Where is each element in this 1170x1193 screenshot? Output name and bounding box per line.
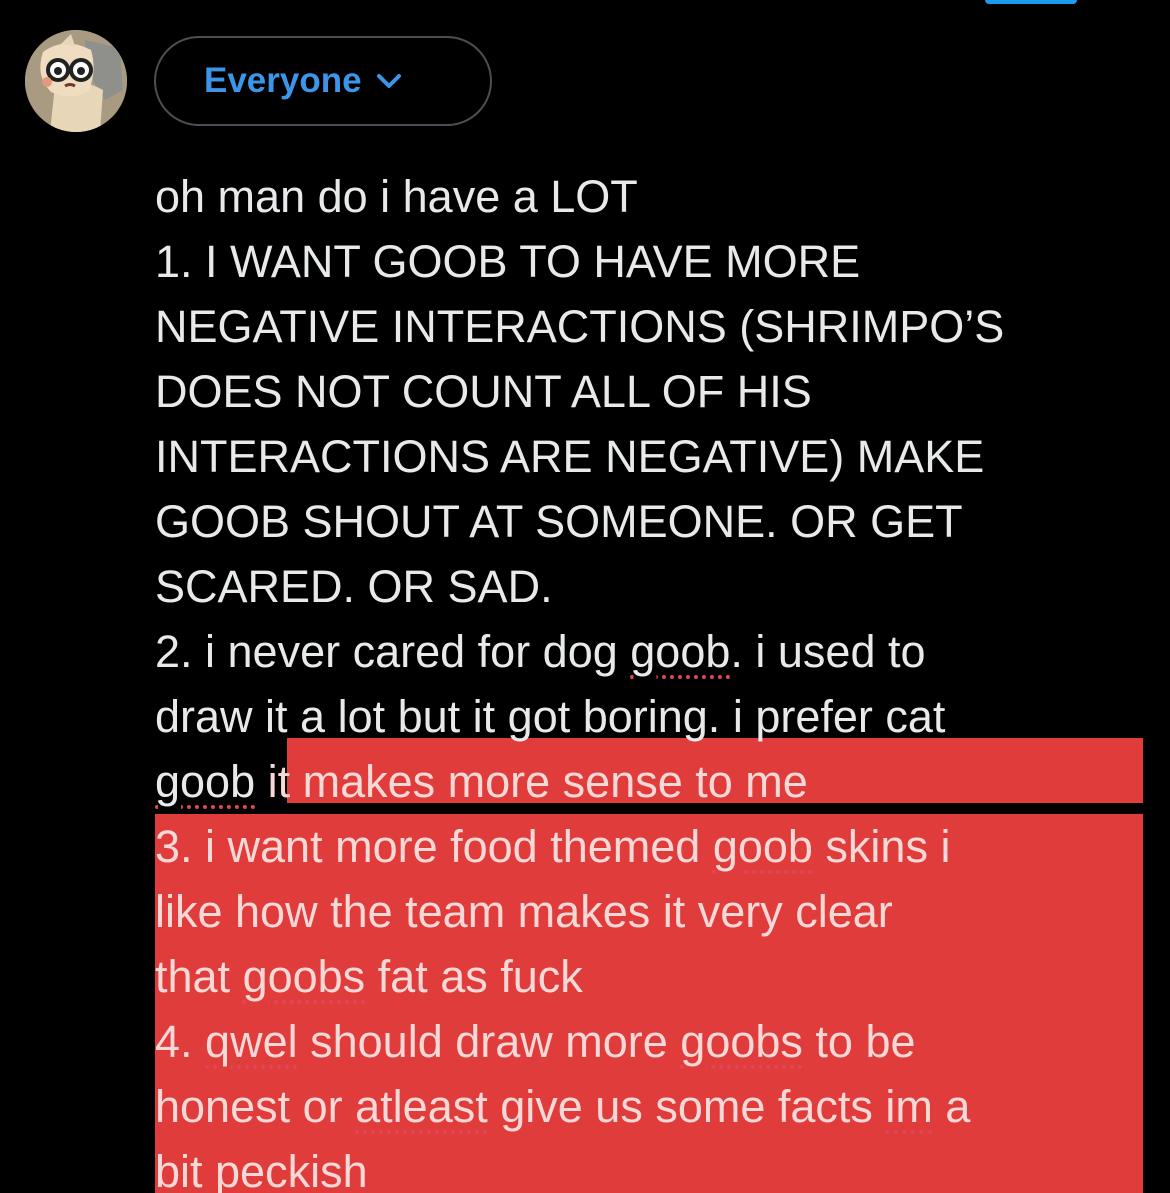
misspelled-word[interactable]: goobs: [243, 951, 366, 1002]
text-line: INTERACTIONS ARE NEGATIVE) MAKE: [155, 431, 985, 482]
text-line: 2. i never cared for dog goob. i used to: [155, 619, 1145, 684]
text-segment: give us some facts: [487, 1081, 886, 1132]
text-segment: should draw more: [297, 1016, 681, 1067]
misspelled-word[interactable]: qwel: [205, 1016, 298, 1067]
text-segment: 2. i never cared for dog: [155, 626, 631, 677]
text-segment: 4.: [155, 1016, 206, 1067]
audience-label: Everyone: [204, 61, 362, 100]
misspelled-word[interactable]: atleast: [355, 1081, 488, 1132]
misspelled-word[interactable]: goobs: [680, 1016, 803, 1067]
text-segment: fat as fuck: [365, 951, 583, 1002]
text-segment: to be: [802, 1016, 916, 1067]
misspelled-word[interactable]: goob: [630, 626, 730, 677]
selected-text-line: like how the team makes it very clear: [155, 879, 1143, 944]
selected-text-line: 3. i want more food themed goob skins i: [155, 814, 1143, 879]
text-line: oh man do i have a LOT: [155, 171, 638, 222]
text-line: draw it a lot but it got boring. i prefe…: [155, 691, 946, 742]
avatar[interactable]: [25, 30, 127, 132]
text-segment: a: [932, 1081, 971, 1132]
text-line: NEGATIVE INTERACTIONS (SHRIMPO’S: [155, 301, 1005, 352]
text-segment: 3. i want more food themed: [155, 821, 713, 872]
misspelled-word[interactable]: goob: [713, 821, 813, 872]
misspelled-word[interactable]: im: [885, 1081, 932, 1132]
text-segment: honest or: [155, 1081, 356, 1132]
avatar-glasses-character-icon: [25, 30, 127, 132]
compose-textarea[interactable]: oh man do i have a LOT 1. I WANT GOOB TO…: [155, 164, 1145, 1193]
text-line: 1. I WANT GOOB TO HAVE MORE: [155, 236, 861, 287]
audience-selector-button[interactable]: Everyone: [154, 36, 492, 126]
text-segment: skins i: [812, 821, 951, 872]
selected-text-line: honest or atleast give us some facts im …: [155, 1074, 1143, 1139]
misspelled-word[interactable]: goob: [155, 756, 255, 807]
text-segment: . i used to: [730, 626, 926, 677]
selected-text-line: that goobs fat as fuck: [155, 944, 1143, 1009]
text-line: SCARED. OR SAD.: [155, 561, 553, 612]
text-line: GOOB SHOUT AT SOMEONE. OR GET: [155, 496, 963, 547]
selected-text-line: bit peckish: [155, 1139, 1143, 1193]
text-line: DOES NOT COUNT ALL OF HIS: [155, 366, 812, 417]
chevron-down-icon: [376, 74, 401, 88]
post-button-edge[interactable]: [985, 0, 1077, 4]
text-segment: that: [155, 951, 243, 1002]
text-line: goob it makes more sense to me: [155, 749, 1145, 814]
selected-text-line: 4. qwel should draw more goobs to be: [155, 1009, 1143, 1074]
selected-text: it makes more sense to me: [255, 756, 808, 807]
